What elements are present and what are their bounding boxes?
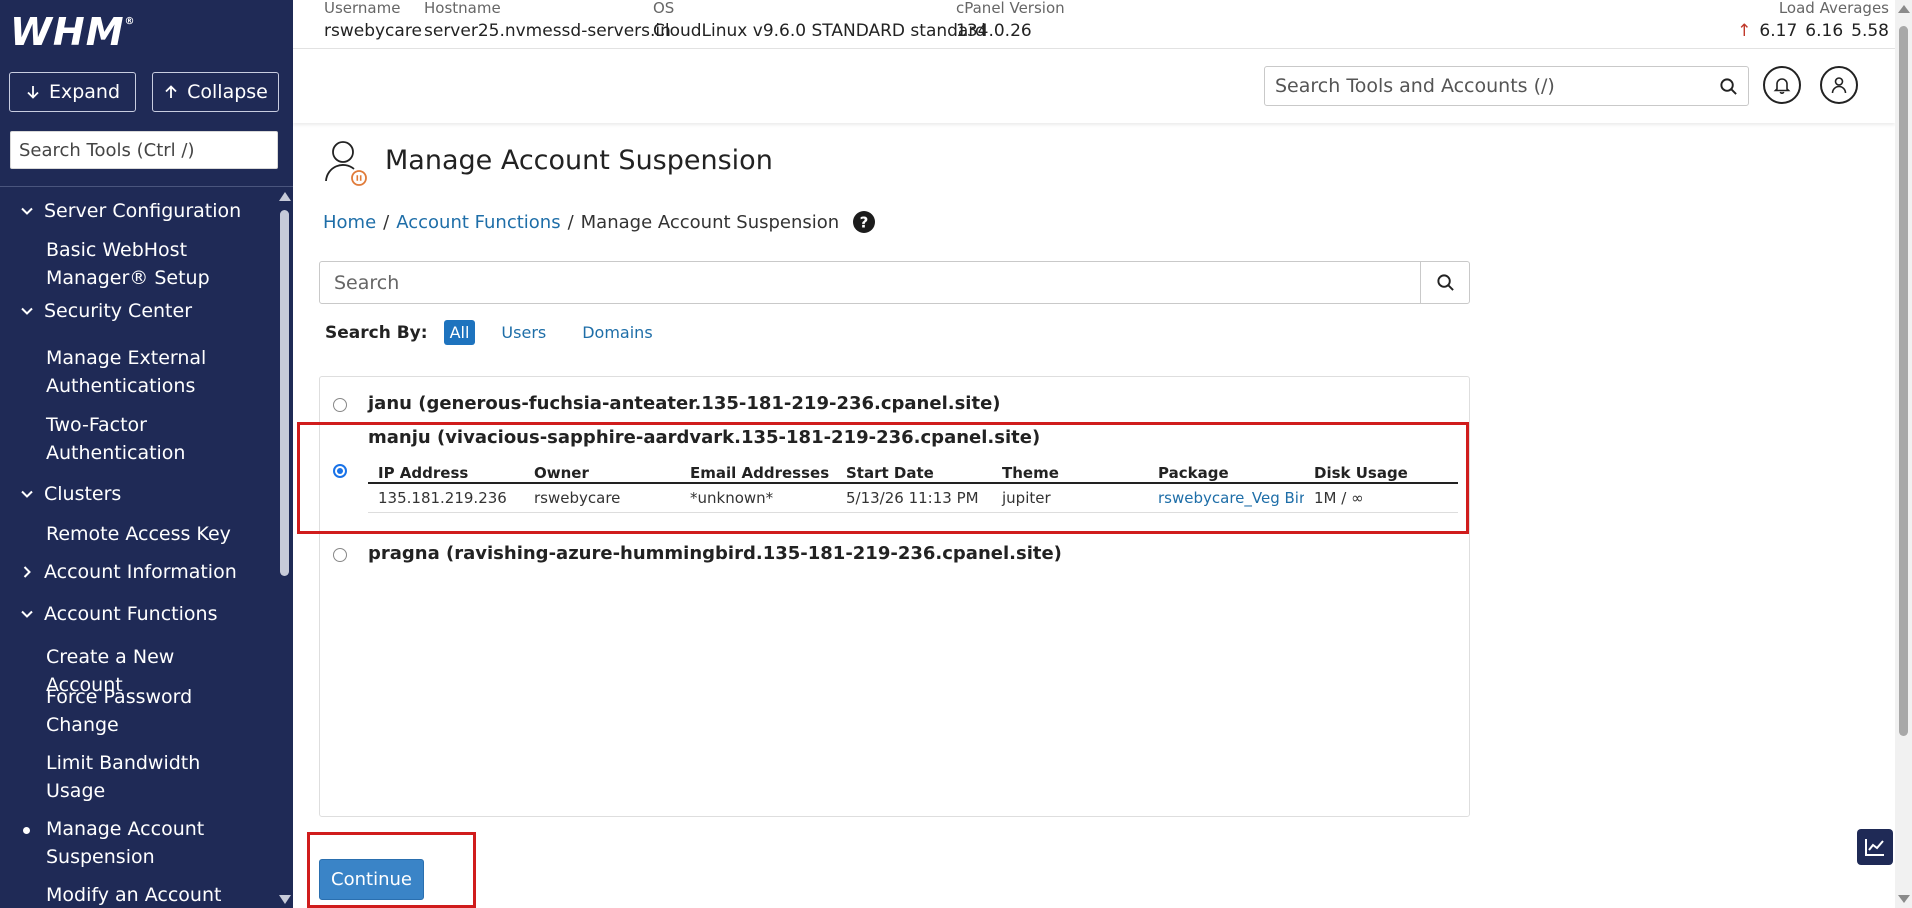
global-search-input[interactable]: [1265, 68, 1719, 104]
account-row-janu[interactable]: janu (generous-fuchsia-anteater.135-181-…: [320, 387, 1469, 417]
highlight-selected-account: [297, 422, 1469, 534]
scroll-down-arrow-icon[interactable]: [1898, 895, 1910, 903]
sidebar-item-modify-an-account[interactable]: Modify an Account: [46, 881, 256, 908]
account-row-pragna[interactable]: pragna (ravishing-azure-hummingbird.135-…: [320, 537, 1469, 567]
search-by-label: Search By:: [325, 322, 428, 343]
info-os: OS CloudLinux v9.6.0 STANDARD standard: [653, 0, 986, 41]
sidebar-scroll-thumb[interactable]: [280, 210, 289, 576]
user-icon: [1831, 77, 1847, 94]
sidebar-divider: [0, 186, 293, 187]
search-by-filter: Search By: All Users Domains: [325, 320, 683, 345]
search-icon[interactable]: [1719, 77, 1738, 96]
scroll-up-arrow-icon[interactable]: [1898, 5, 1910, 13]
page-scroll-thumb[interactable]: [1899, 26, 1908, 736]
load-up-arrow-icon: ↑: [1737, 21, 1752, 41]
account-radio[interactable]: [333, 398, 347, 412]
main-content: Manage Account Suspension Home / Account…: [293, 123, 1895, 908]
breadcrumb-separator: /: [567, 211, 574, 233]
account-search[interactable]: [319, 261, 1470, 304]
notifications-button[interactable]: [1763, 66, 1801, 104]
sidebar-section-security-center[interactable]: Security Center: [0, 300, 192, 322]
chevron-down-icon: [21, 307, 33, 315]
page-scrollbar[interactable]: [1895, 0, 1912, 908]
account-search-input[interactable]: [320, 262, 1420, 303]
header: [293, 49, 1895, 123]
info-hostname: Hostname server25.nvmessd-servers.in: [424, 0, 671, 41]
breadcrumb-home[interactable]: Home: [323, 212, 376, 233]
sidebar-section-clusters[interactable]: Clusters: [0, 483, 121, 505]
expand-button[interactable]: Expand: [9, 72, 136, 112]
svg-text:?: ?: [860, 214, 869, 232]
scroll-down-arrow-icon[interactable]: [279, 895, 291, 904]
page-title: Manage Account Suspension: [385, 145, 773, 176]
tool-search-input[interactable]: [10, 131, 278, 169]
load-averages: Load Averages ↑ 6.17 6.16 5.58: [1737, 0, 1889, 45]
sidebar-item-manage-account-suspension[interactable]: Manage Account Suspension: [23, 815, 256, 871]
sidebar: WHM® Expand Collapse Server Configuratio…: [0, 0, 293, 908]
sidebar-item-remote-access-key[interactable]: Remote Access Key: [46, 520, 256, 548]
whm-logo[interactable]: WHM®: [10, 10, 136, 54]
sidebar-item-limit-bandwidth-usage[interactable]: Limit Bandwidth Usage: [46, 749, 256, 805]
sidebar-section-server-configuration[interactable]: Server Configuration: [0, 200, 241, 222]
sidebar-item-force-password-change[interactable]: Force Password Change: [46, 683, 256, 739]
trend-chart-icon: [1865, 839, 1884, 856]
collapse-button[interactable]: Collapse: [152, 72, 279, 112]
search-by-domains[interactable]: Domains: [576, 320, 658, 345]
user-menu-button[interactable]: [1820, 66, 1858, 104]
account-radio[interactable]: [333, 548, 347, 562]
server-info-bar: Username rswebycare Hostname server25.nv…: [293, 0, 1895, 49]
breadcrumb-account-functions[interactable]: Account Functions: [396, 212, 560, 233]
scroll-up-arrow-icon[interactable]: [279, 192, 291, 201]
breadcrumb: Home / Account Functions / Manage Accoun…: [323, 210, 876, 234]
chevron-down-icon: [21, 490, 33, 498]
global-search[interactable]: [1264, 66, 1749, 106]
account-suspension-icon: [325, 141, 367, 186]
stats-button[interactable]: [1857, 829, 1893, 865]
arrow-up-icon: [165, 85, 177, 98]
search-icon: [1436, 274, 1454, 291]
sidebar-section-account-information[interactable]: Account Information: [0, 561, 237, 583]
account-label: janu (generous-fuchsia-anteater.135-181-…: [368, 393, 1001, 414]
search-by-all[interactable]: All: [443, 320, 476, 345]
arrow-down-icon: [27, 86, 39, 99]
chevron-down-icon: [21, 610, 33, 618]
chevron-right-icon: [23, 566, 31, 578]
sidebar-item-two-factor-authentication[interactable]: Two-Factor Authentication: [46, 411, 256, 467]
search-by-users[interactable]: Users: [495, 320, 552, 345]
info-username: Username rswebycare: [324, 0, 422, 41]
sidebar-item-manage-external-authentications[interactable]: Manage External Authentications: [46, 344, 256, 400]
info-cpanel-version: cPanel Version 134.0.26: [956, 0, 1065, 41]
bell-icon: [1773, 78, 1791, 94]
help-icon[interactable]: ?: [852, 210, 876, 234]
account-label: pragna (ravishing-azure-hummingbird.135-…: [368, 543, 1062, 564]
sidebar-item-basic-webhost-manager-setup[interactable]: Basic WebHost Manager® Setup: [46, 236, 256, 292]
highlight-continue-button: [307, 832, 476, 908]
sidebar-scrollbar[interactable]: [276, 188, 293, 908]
breadcrumb-current: Manage Account Suspension: [580, 211, 840, 233]
chevron-down-icon: [21, 207, 33, 215]
breadcrumb-separator: /: [383, 211, 390, 233]
account-search-button[interactable]: [1420, 262, 1469, 303]
sidebar-section-account-functions[interactable]: Account Functions: [0, 603, 217, 625]
